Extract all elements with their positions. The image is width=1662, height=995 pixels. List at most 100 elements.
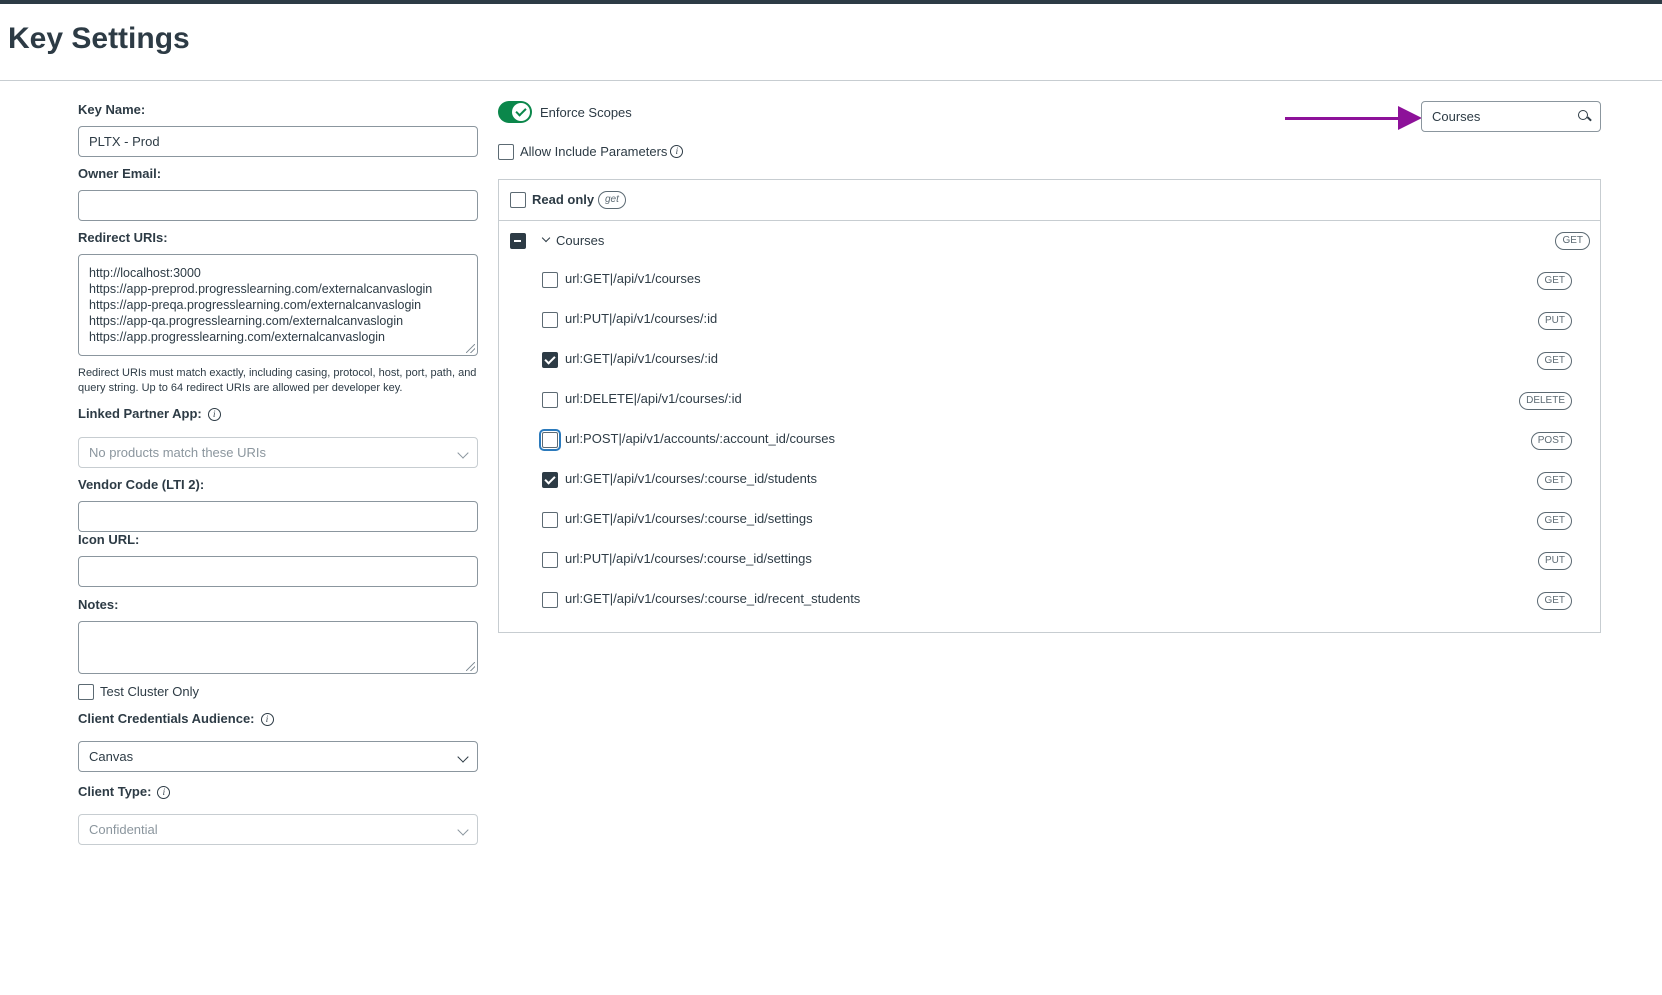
- scope-row[interactable]: url:DELETE|/api/v1/courses/:id DELETE: [499, 380, 1600, 420]
- method-badge: POST: [1530, 432, 1572, 450]
- read-only-label: Read only: [532, 192, 595, 207]
- test-cluster-checkbox[interactable]: [78, 683, 94, 700]
- scope-checkbox[interactable]: [542, 592, 558, 608]
- info-icon[interactable]: i: [207, 408, 221, 422]
- client-credentials-label-text: Client Credentials Audience:: [78, 711, 255, 726]
- scope-group-courses[interactable]: Courses GET: [499, 221, 1600, 261]
- scope-checkbox[interactable]: [542, 272, 558, 288]
- info-icon[interactable]: i: [157, 786, 171, 800]
- notes-textarea[interactable]: [78, 621, 478, 674]
- client-credentials-value: Canvas: [89, 749, 134, 764]
- key-name-label: Key Name:: [78, 102, 146, 117]
- scope-checkbox[interactable]: [542, 512, 558, 528]
- scope-row[interactable]: url:GET|/api/v1/courses/:course_id/recen…: [499, 580, 1600, 620]
- client-credentials-label: Client Credentials Audience: i: [78, 711, 274, 727]
- header-divider: [0, 80, 1662, 81]
- scope-checkbox[interactable]: [542, 312, 558, 328]
- chevron-down-icon: [457, 447, 469, 459]
- scope-label: url:PUT|/api/v1/courses/:id: [565, 311, 718, 326]
- read-only-checkbox[interactable]: [510, 192, 526, 208]
- owner-email-input[interactable]: [78, 190, 478, 221]
- redirect-uris-help: Redirect URIs must match exactly, includ…: [78, 367, 477, 394]
- scope-label: url:GET|/api/v1/courses/:course_id/recen…: [565, 591, 861, 606]
- client-type-value: Confidential: [89, 822, 158, 837]
- scope-checkbox[interactable]: [542, 352, 558, 368]
- enforce-scopes-option[interactable]: Enforce Scopes: [498, 101, 632, 123]
- scope-group-label: Courses: [556, 233, 605, 248]
- redirect-uri-line: https://app-preprod.progresslearning.com…: [89, 282, 433, 296]
- method-badge: GET: [1537, 592, 1572, 610]
- vendor-code-input[interactable]: [78, 501, 478, 532]
- read-only-method-badge: get: [598, 191, 626, 209]
- client-credentials-select[interactable]: Canvas: [78, 741, 478, 772]
- scope-row[interactable]: url:PUT|/api/v1/courses/:course_id/setti…: [499, 540, 1600, 580]
- test-cluster-option[interactable]: Test Cluster Only: [78, 683, 199, 700]
- enforce-scopes-toggle[interactable]: [498, 101, 532, 123]
- scope-row[interactable]: url:GET|/api/v1/courses/:course_id/users…: [499, 620, 1600, 633]
- scope-search-value: Courses: [1432, 109, 1481, 124]
- owner-email-label: Owner Email:: [78, 166, 162, 181]
- redirect-uris-label: Redirect URIs:: [78, 230, 168, 245]
- scope-label: url:GET|/api/v1/courses: [565, 271, 701, 286]
- scopes-list: Read only get Courses GET url:GET|/api/v…: [498, 179, 1601, 633]
- scope-label: url:GET|/api/v1/courses/:course_id/stude…: [565, 471, 817, 486]
- scope-row[interactable]: url:GET|/api/v1/courses/:course_id/setti…: [499, 500, 1600, 540]
- page-title: Key Settings: [8, 22, 190, 55]
- chevron-down-icon[interactable]: [541, 233, 551, 243]
- client-type-select: Confidential: [78, 814, 478, 845]
- scope-checkbox[interactable]: [542, 632, 558, 633]
- linked-partner-select: No products match these URIs: [78, 437, 478, 468]
- read-only-row[interactable]: Read only get: [499, 180, 1600, 221]
- scope-row[interactable]: url:PUT|/api/v1/courses/:id PUT: [499, 300, 1600, 340]
- info-icon[interactable]: i: [260, 713, 274, 727]
- scope-label: url:GET|/api/v1/courses/:course_id/setti…: [565, 511, 813, 526]
- notes-label: Notes:: [78, 597, 119, 612]
- linked-partner-value: No products match these URIs: [89, 445, 267, 460]
- scope-row[interactable]: url:GET|/api/v1/courses/:id GET: [499, 340, 1600, 380]
- allow-include-checkbox[interactable]: [498, 143, 514, 160]
- scope-checkbox[interactable]: [542, 472, 558, 488]
- method-badge: PUT: [1538, 312, 1572, 330]
- redirect-uri-line: https://app-preqa.progresslearning.com/e…: [89, 298, 422, 312]
- top-bar: [0, 0, 1662, 4]
- icon-url-label: Icon URL:: [78, 532, 140, 547]
- method-badge: GET: [1537, 512, 1572, 530]
- redirect-uri-line: https://app.progresslearning.com/externa…: [89, 330, 386, 344]
- info-icon[interactable]: i: [670, 145, 684, 159]
- scope-search-input[interactable]: Courses: [1421, 101, 1601, 132]
- test-cluster-label: Test Cluster Only: [100, 684, 199, 700]
- method-badge: GET: [1537, 352, 1572, 370]
- resize-handle-icon[interactable]: [466, 344, 475, 353]
- linked-partner-label: Linked Partner App: i: [78, 406, 221, 422]
- chevron-down-icon: [457, 824, 469, 836]
- scope-label: url:PUT|/api/v1/courses/:course_id/setti…: [565, 551, 812, 566]
- client-type-label: Client Type: i: [78, 784, 171, 800]
- redirect-uri-line: http://localhost:3000: [89, 266, 201, 280]
- scope-row[interactable]: url:GET|/api/v1/courses/:course_id/stude…: [499, 460, 1600, 500]
- group-checkbox[interactable]: [510, 233, 526, 249]
- scope-row[interactable]: url:GET|/api/v1/courses GET: [499, 260, 1600, 300]
- icon-url-input[interactable]: [78, 556, 478, 587]
- scope-checkbox[interactable]: [542, 392, 558, 408]
- scope-label: url:GET|/api/v1/courses/:course_id/users: [565, 631, 800, 632]
- enforce-scopes-label: Enforce Scopes: [540, 104, 632, 120]
- scope-checkbox[interactable]: [539, 429, 561, 451]
- resize-handle-icon[interactable]: [466, 662, 475, 671]
- scope-row[interactable]: url:POST|/api/v1/accounts/:account_id/co…: [499, 420, 1600, 460]
- search-icon[interactable]: [1578, 110, 1591, 123]
- scope-checkbox[interactable]: [542, 552, 558, 568]
- annotation-arrow: [1285, 117, 1401, 120]
- check-icon: [512, 103, 530, 121]
- annotation-arrow-head: [1398, 106, 1422, 130]
- vendor-code-label: Vendor Code (LTI 2):: [78, 477, 205, 492]
- key-name-input[interactable]: PLTX - Prod: [78, 126, 478, 157]
- redirect-uris-textarea[interactable]: http://localhost:3000 https://app-prepro…: [78, 254, 478, 356]
- method-badge: GET: [1537, 272, 1572, 290]
- method-badge: GET: [1537, 632, 1572, 633]
- redirect-uri-line: https://app-qa.progresslearning.com/exte…: [89, 314, 404, 328]
- allow-include-option[interactable]: Allow Include Parameters i: [498, 143, 684, 160]
- client-type-label-text: Client Type:: [78, 784, 152, 799]
- method-badge: GET: [1555, 232, 1590, 250]
- method-badge: GET: [1537, 472, 1572, 490]
- scope-label: url:DELETE|/api/v1/courses/:id: [565, 391, 742, 406]
